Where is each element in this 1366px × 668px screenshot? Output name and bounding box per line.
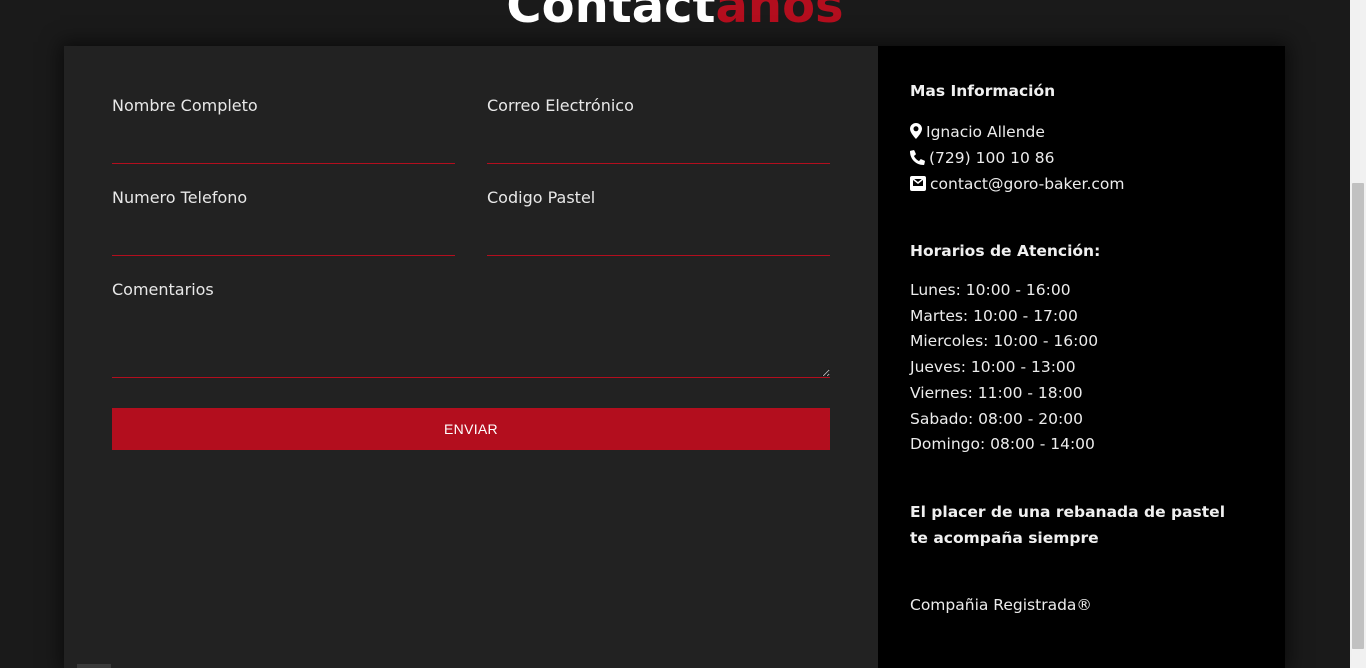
comments-label: Comentarios bbox=[112, 280, 214, 299]
hours-item: Domingo: 08:00 - 14:00 bbox=[910, 435, 1095, 454]
phone-field: Numero Telefono bbox=[112, 188, 455, 256]
bottom-tab bbox=[77, 664, 111, 668]
hours-item: Miercoles: 10:00 - 16:00 bbox=[910, 332, 1099, 351]
email-label: Correo Electrónico bbox=[487, 96, 634, 115]
info-heading: Mas Información bbox=[910, 82, 1056, 100]
phone-input[interactable] bbox=[112, 235, 455, 256]
tagline: El placer de una rebanada de pastel te a… bbox=[910, 503, 1226, 547]
phone-icon bbox=[910, 150, 925, 165]
cake-code-label: Codigo Pastel bbox=[487, 188, 596, 207]
location-text: Ignacio Allende bbox=[926, 123, 1045, 141]
hours-item: Sabado: 08:00 - 20:00 bbox=[910, 409, 1083, 428]
email-input[interactable] bbox=[487, 143, 830, 164]
hours-item: Jueves: 10:00 - 13:00 bbox=[910, 358, 1076, 377]
hours-item: Lunes: 10:00 - 16:00 bbox=[910, 281, 1071, 299]
page-title-main: Contact bbox=[506, 0, 716, 34]
comments-field: Comentarios bbox=[112, 280, 830, 378]
hours-item: Martes: 10:00 - 17:00 bbox=[910, 306, 1078, 325]
envelope-icon bbox=[910, 176, 926, 191]
comments-textarea[interactable] bbox=[112, 314, 830, 378]
hours-list: Lunes: 10:00 - 16:00 Martes: 10:00 - 17:… bbox=[910, 278, 1098, 458]
location-row: Ignacio Allende bbox=[910, 119, 1045, 145]
full-name-input[interactable] bbox=[112, 143, 455, 164]
hours-heading: Horarios de Atención: bbox=[910, 242, 1101, 260]
email-row: contact@goro-baker.com bbox=[910, 171, 1125, 197]
hours-item: Viernes: 11:00 - 18:00 bbox=[910, 383, 1083, 402]
email-link[interactable]: contact@goro-baker.com bbox=[930, 175, 1125, 193]
phone-row: (729) 100 10 86 bbox=[910, 145, 1055, 171]
scrollbar-thumb[interactable] bbox=[1352, 183, 1364, 649]
map-marker-icon bbox=[910, 123, 922, 139]
cake-code-field: Codigo Pastel bbox=[487, 188, 830, 256]
company-text: Compañia Registrada® bbox=[910, 596, 1092, 614]
full-name-label: Nombre Completo bbox=[112, 96, 258, 115]
phone-text: (729) 100 10 86 bbox=[929, 149, 1055, 167]
page-title: Contactanos bbox=[0, 0, 1350, 34]
email-field: Correo Electrónico bbox=[487, 96, 830, 164]
full-name-field: Nombre Completo bbox=[112, 96, 455, 164]
page-title-accent: anos bbox=[715, 0, 844, 34]
contact-form: Nombre Completo Correo Electrónico Numer… bbox=[64, 46, 878, 668]
contact-card: Nombre Completo Correo Electrónico Numer… bbox=[64, 46, 1285, 668]
submit-button[interactable]: ENVIAR bbox=[112, 408, 830, 450]
phone-label: Numero Telefono bbox=[112, 188, 248, 207]
info-panel: Mas Información Ignacio Allende (729) 10… bbox=[878, 46, 1285, 668]
cake-code-input[interactable] bbox=[487, 235, 830, 256]
